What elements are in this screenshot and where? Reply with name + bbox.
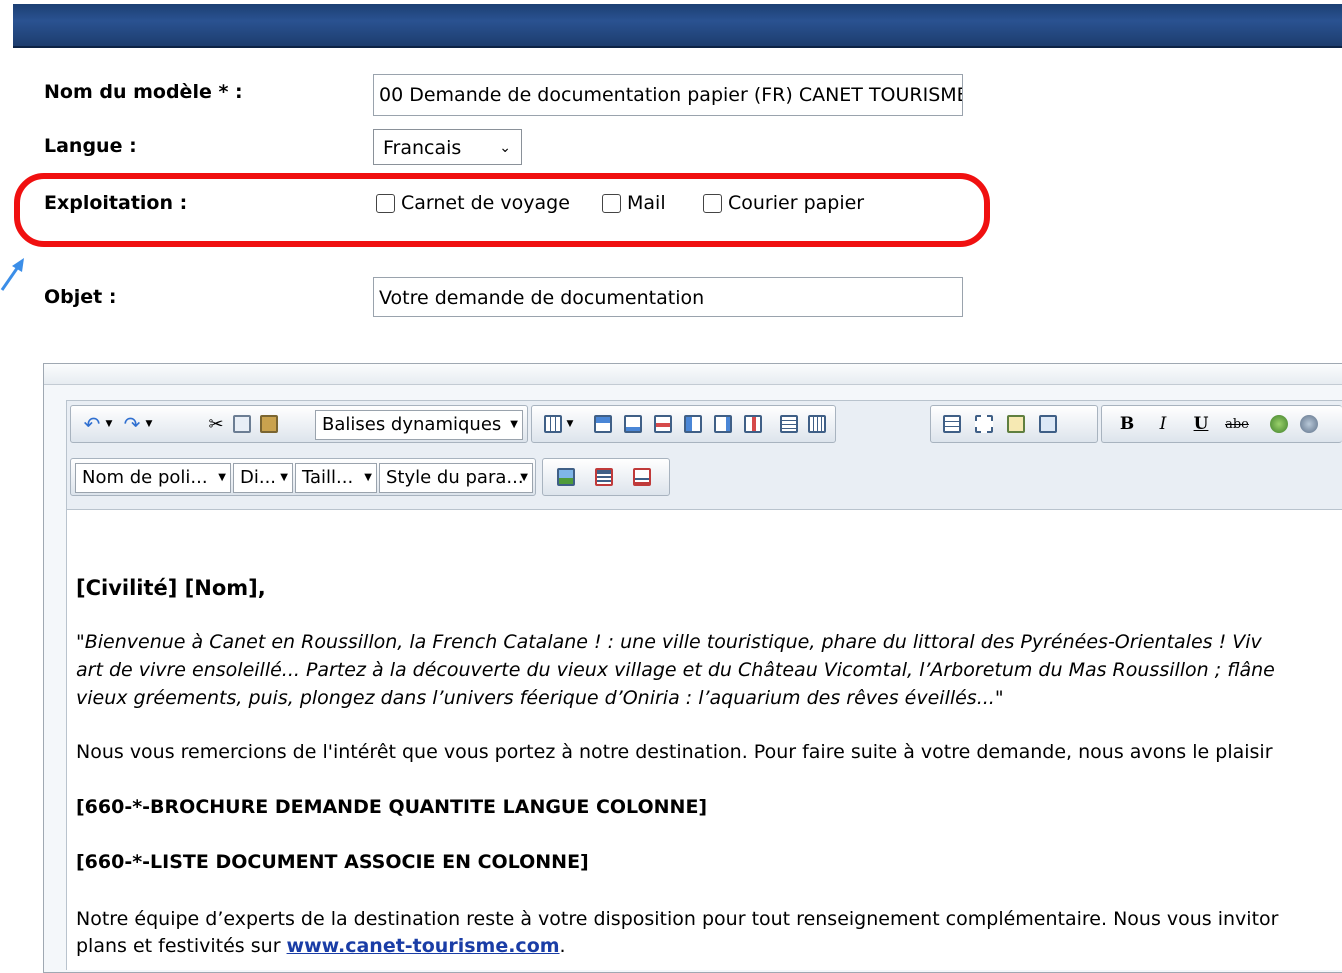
redo-dropdown-icon[interactable]: ▼ [143, 412, 155, 436]
nom-input[interactable]: 00 Demande de documentation papier (FR) … [373, 74, 963, 116]
insert-column-right-icon[interactable] [712, 412, 734, 436]
greeting: [Civilité] [Nom], [76, 576, 266, 600]
di-label: Di... [240, 467, 277, 488]
chevron-down-icon: ▼ [364, 472, 372, 483]
edit-table-icon[interactable] [1005, 412, 1027, 436]
cut-icon[interactable]: ✂ [205, 412, 227, 436]
paragraph-team: Notre équipe d’experts de la destination… [76, 908, 1279, 930]
font-size-dropdown[interactable]: Taill... ▼ [295, 463, 377, 493]
insert-image-icon[interactable] [555, 465, 577, 489]
quote-line: art de vivre ensoleillé... Partez à la d… [76, 659, 1275, 681]
paragraph-thanks: Nous vous remercions de l'intérêt que vo… [76, 741, 1273, 763]
delete-row-icon[interactable] [652, 412, 674, 436]
edit-cell-icon[interactable] [1037, 412, 1059, 436]
arrow-annotation-icon [0, 258, 24, 291]
quote-line: "Bienvenue à Canet en Roussillon, la Fre… [76, 631, 1262, 653]
paragraph-text: . [559, 935, 566, 957]
chevron-down-icon: ▼ [510, 419, 518, 430]
redo-icon[interactable]: ↷ [121, 412, 143, 436]
undo-dropdown-icon[interactable]: ▼ [103, 412, 115, 436]
chevron-down-icon: ▼ [280, 472, 288, 483]
unlink-icon[interactable] [1298, 412, 1320, 436]
insert-column-left-icon[interactable] [682, 412, 704, 436]
insert-table-icon[interactable] [542, 412, 564, 436]
quote-line: vieux gréements, puis, plongez dans l’un… [76, 687, 1004, 709]
langue-label: Langue : [44, 135, 137, 157]
paragraph-text: plans et festivités sur [76, 935, 287, 957]
copy-icon[interactable] [231, 412, 253, 436]
chevron-down-icon: ⌄ [499, 140, 511, 156]
editor-header-strip [44, 364, 1342, 385]
website-link[interactable]: www.canet-tourisme.com [287, 935, 560, 957]
toolbar-group-format: B I U abe [1101, 405, 1342, 443]
link-icon[interactable] [1268, 412, 1290, 436]
header-icon[interactable] [593, 465, 615, 489]
table-dropdown-icon[interactable]: ▼ [564, 412, 576, 436]
paragraph-style-dropdown[interactable]: Style du para... ▼ [379, 463, 533, 493]
balises-dynamiques-dropdown[interactable]: Balises dynamiques ▼ [315, 410, 523, 440]
paragraph-style-label: Style du para... [386, 467, 524, 488]
footer-icon[interactable] [631, 465, 653, 489]
strikethrough-button[interactable]: abe [1222, 412, 1252, 436]
underline-button[interactable]: U [1190, 412, 1212, 436]
font-name-label: Nom de poli... [82, 467, 208, 488]
font-name-dropdown[interactable]: Nom de poli... ▼ [75, 463, 231, 493]
editor-content[interactable]: [Civilité] [Nom], "Bienvenue à Canet en … [66, 510, 1342, 970]
insert-row-below-icon[interactable] [622, 412, 644, 436]
toolbar-group-cell [930, 405, 1098, 443]
balises-label: Balises dynamiques [322, 414, 502, 435]
cell-properties-icon[interactable] [941, 412, 963, 436]
objet-label: Objet : [44, 286, 117, 308]
chevron-down-icon: ▼ [218, 472, 226, 483]
paste-icon[interactable] [258, 412, 280, 436]
bold-button[interactable]: B [1116, 412, 1138, 436]
toolbar-group-font: Nom de poli... ▼ Di... ▼ Taill... ▼ Styl… [70, 458, 536, 496]
toolbar-group-edit: ↶ ▼ ↷ ▼ ✂ Balises dynamiques ▼ [70, 405, 528, 443]
dynamic-tag-brochure: [660-*-BROCHURE DEMANDE QUANTITE LANGUE … [76, 796, 708, 818]
paragraph-team-line2: plans et festivités sur www.canet-touris… [76, 935, 566, 957]
insert-row-above-icon[interactable] [592, 412, 614, 436]
toolbar-group-table: ▼ [531, 405, 836, 443]
undo-icon[interactable]: ↶ [81, 412, 103, 436]
split-cells-icon[interactable] [806, 412, 828, 436]
header-bar [13, 4, 1342, 48]
highlight-annotation [14, 173, 990, 247]
delete-column-icon[interactable] [742, 412, 764, 436]
italic-button[interactable]: I [1152, 412, 1174, 436]
dynamic-tag-documents: [660-*-LISTE DOCUMENT ASSOCIE EN COLONNE… [76, 851, 589, 873]
nom-label: Nom du modèle * : [44, 81, 243, 103]
chevron-down-icon: ▼ [520, 472, 528, 483]
objet-input[interactable]: Votre demande de documentation [373, 277, 963, 317]
merge-cells-icon[interactable] [778, 412, 800, 436]
font-size-label: Taill... [302, 467, 354, 488]
di-dropdown[interactable]: Di... ▼ [233, 463, 293, 493]
toolbar-group-insert [542, 458, 670, 496]
langue-select[interactable]: Francais ⌄ [373, 129, 522, 165]
delete-cell-icon[interactable] [973, 412, 995, 436]
langue-selected-value: Francais [383, 137, 462, 159]
